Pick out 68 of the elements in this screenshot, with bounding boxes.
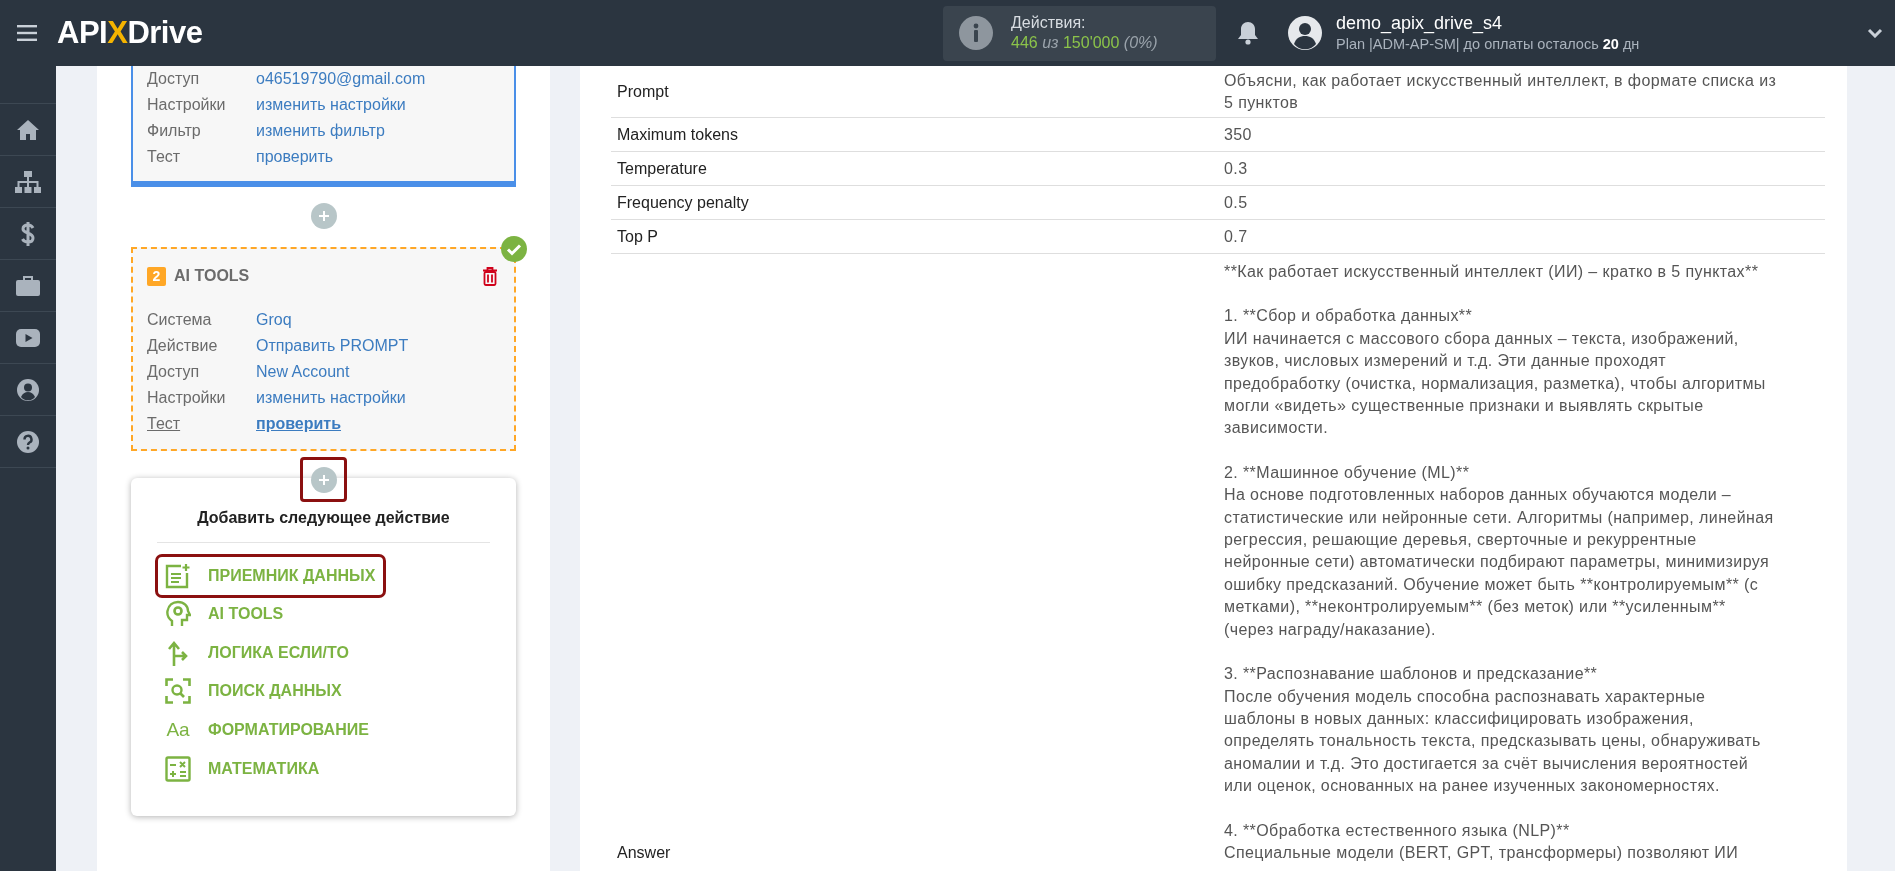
field-link[interactable]: изменить настройки bbox=[256, 92, 406, 118]
document-plus-icon bbox=[165, 563, 191, 589]
table-cell-text: 0.3 bbox=[1224, 158, 1249, 179]
table-cell-text: 350 bbox=[1224, 124, 1253, 145]
card-title: AI TOOLS bbox=[174, 267, 250, 285]
field-label: Доступ bbox=[147, 69, 200, 89]
field-label: Фильтр bbox=[147, 121, 201, 141]
plus-icon bbox=[317, 473, 330, 486]
field-label: Настройки bbox=[147, 95, 226, 115]
field-link[interactable]: o46519790@gmail.com bbox=[256, 66, 426, 92]
field-link[interactable]: изменить фильтр bbox=[256, 118, 385, 144]
logo[interactable]: APIXDrive bbox=[57, 15, 221, 51]
field-link[interactable]: проверить bbox=[256, 144, 334, 170]
menu-item[interactable]: Aa ФОРМАТИРОВАНИЕ bbox=[158, 710, 377, 750]
menu-icon[interactable] bbox=[17, 25, 37, 41]
menu-item[interactable]: ЛОГИКА ЕСЛИ/ТО bbox=[158, 633, 357, 673]
video-play-icon[interactable] bbox=[16, 328, 40, 347]
table-cell-text: Объясни, как работает искусственный интеллект, в формате списка из 5 пунктов bbox=[1224, 70, 1778, 113]
plus-icon bbox=[317, 210, 330, 222]
table-cell-text: 0.7 bbox=[1224, 226, 1249, 247]
scan-search-icon bbox=[165, 678, 191, 705]
field-label: Тест bbox=[147, 414, 181, 434]
actions-count: 446 из 150'000 (0%) bbox=[1011, 33, 1158, 53]
table-cell-text: Answer bbox=[616, 843, 672, 864]
text-format-icon: Aa bbox=[166, 719, 190, 742]
bell-icon[interactable] bbox=[1237, 21, 1259, 45]
field-label: Тест bbox=[147, 147, 181, 167]
table-cell-text: Prompt bbox=[616, 82, 670, 101]
field-link[interactable]: проверить bbox=[256, 411, 341, 437]
table-cell-text: Temperature bbox=[616, 159, 708, 178]
answer-paragraph: **Как работает искусственный интеллект (ИИ) – кратко в 5 пунктах** bbox=[1224, 262, 1760, 282]
sitemap-icon[interactable] bbox=[15, 170, 41, 193]
actions-label: Действия: bbox=[1011, 13, 1087, 33]
field-link[interactable]: New Account bbox=[256, 359, 350, 385]
field-label: Действие bbox=[147, 336, 218, 356]
field-link[interactable]: изменить настройки bbox=[256, 385, 406, 411]
field-link[interactable]: Groq bbox=[256, 307, 292, 333]
dollar-icon[interactable] bbox=[20, 220, 36, 247]
answer-paragraph: 3. **Распознавание шаблонов и предсказание** После обучения модель способна распознавать характерные шаблоны в новых данных: классифицировать изображения, определять тональность текста, предсказывать цены, обнаруживать аномалии и т.д. Это достигается за счёт вычисления вероятностей или оценок, основанных на ранее изученных закономерностях. bbox=[1224, 664, 1762, 797]
answer-paragraph: 1. **Сбор и обработка данных** ИИ начинается с массового сбора данных – текста, изображений, звуков, числовых измерений и т.д. Эти данные проходят предобработку (очистка, нормализация, разметка), чтобы алгоритмы могли «видеть» существенные признаки и выявлять скрытые зависимости. bbox=[1224, 306, 1767, 439]
menu-item[interactable]: МАТЕМАТИКА bbox=[158, 749, 328, 788]
username[interactable]: demo_apix_drive_s4 bbox=[1336, 12, 1640, 34]
field-label: Доступ bbox=[147, 362, 200, 382]
field-label: Система bbox=[147, 310, 212, 330]
user-icon[interactable] bbox=[17, 378, 39, 401]
menu-item[interactable]: ПОИСК ДАННЫХ bbox=[158, 672, 350, 711]
info-icon bbox=[959, 16, 993, 50]
home-icon[interactable] bbox=[16, 118, 40, 141]
field-label: Настройки bbox=[147, 388, 226, 408]
table-cell-text: Frequency penalty bbox=[616, 193, 750, 212]
avatar-icon[interactable] bbox=[1288, 16, 1322, 50]
step-number: 2 bbox=[147, 266, 166, 286]
trash-icon[interactable] bbox=[482, 266, 498, 286]
add-action-title: Добавить следующее действие bbox=[196, 508, 451, 528]
plan-text: Plan |ADM-AP-SM| до оплаты осталось 20 дн bbox=[1336, 35, 1640, 54]
menu-item[interactable]: ПРИЕМНИК ДАННЫХ bbox=[158, 557, 384, 595]
field-link[interactable]: Отправить PROMPT bbox=[256, 333, 409, 359]
menu-item[interactable]: AI TOOLS bbox=[158, 595, 292, 634]
answer-paragraph: 2. **Машинное обучение (ML)** На основе подготовленных наборов данных обучаются модели – статистические или нейронные сети. Алгоритмы (например, линейная регрессия, решающие деревья, сверточные и рекуррентные нейронные сети) автоматически подбирают параметры, минимизируя ошибку предсказаний. Обучение может быть **контролируемым** (с метками), **неконтролируемым** (без меток) или **усиленным** (через награду/наказание). bbox=[1224, 462, 1775, 640]
head-gear-icon bbox=[165, 600, 191, 629]
table-cell-text: Top P bbox=[616, 227, 659, 246]
calculator-icon bbox=[165, 755, 191, 782]
chevron-icon[interactable] bbox=[1867, 28, 1883, 38]
briefcase-icon[interactable] bbox=[16, 275, 40, 296]
table-cell-text: 0.5 bbox=[1224, 192, 1249, 213]
help-icon[interactable] bbox=[17, 430, 39, 453]
table-cell-text: Maximum tokens bbox=[616, 125, 739, 144]
answer-paragraph: 4. **Обработка естественного языка (NLP)** Специальные модели (BERT, GPT, трансформеры) позволяют ИИ bbox=[1224, 820, 1740, 863]
